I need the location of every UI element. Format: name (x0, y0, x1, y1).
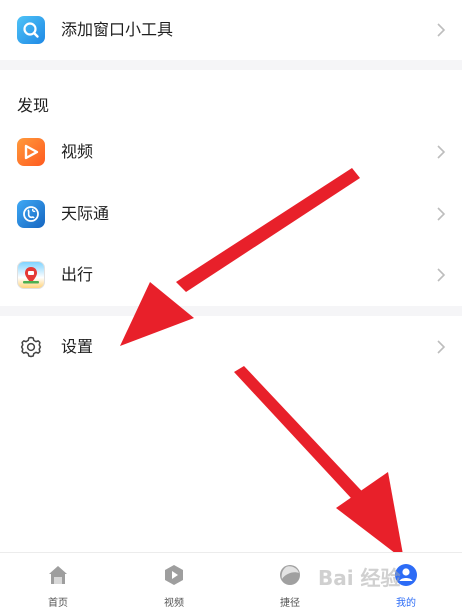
add-widget-row[interactable]: 添加窗口小工具 (0, 1, 462, 59)
globe-app-icon (17, 200, 45, 228)
settings-label: 设置 (61, 337, 94, 356)
section-separator (0, 60, 462, 70)
discover-item-label: 视频 (61, 142, 94, 161)
discover-item-travel[interactable]: 出行 (0, 246, 462, 304)
chevron-right-icon (437, 145, 446, 159)
video-app-icon (17, 138, 45, 166)
watermark: Bai 经验 (318, 566, 401, 590)
add-widget-label: 添加窗口小工具 (61, 20, 174, 39)
chevron-right-icon (437, 340, 446, 354)
discover-item-label: 天际通 (61, 204, 110, 223)
chevron-right-icon (437, 23, 446, 37)
home-icon (49, 566, 67, 584)
tab-label: 首页 (48, 598, 68, 609)
tab-label: 捷径 (280, 598, 300, 609)
chevron-right-icon (437, 207, 446, 221)
tab-label: 视频 (164, 598, 184, 609)
chevron-right-icon (437, 268, 446, 282)
tab-video[interactable]: 视频 (134, 553, 214, 610)
tab-home[interactable]: 首页 (18, 553, 98, 610)
discover-item-label: 出行 (61, 265, 94, 284)
discover-section-title: 发现 (17, 96, 50, 115)
settings-row[interactable]: 设置 (0, 318, 462, 376)
tab-label: 我的 (396, 598, 416, 609)
travel-app-icon (17, 261, 45, 289)
section-separator (0, 306, 462, 316)
arrow-to-my-tab (234, 366, 404, 560)
discover-item-skylink[interactable]: 天际通 (0, 185, 462, 243)
shortcut-tab-icon (280, 565, 300, 585)
annotation-arrows (120, 168, 404, 560)
video-tab-icon (165, 565, 183, 585)
search-widget-icon (17, 16, 45, 44)
discover-item-video[interactable]: 视频 (0, 123, 462, 181)
gear-icon (17, 333, 45, 361)
